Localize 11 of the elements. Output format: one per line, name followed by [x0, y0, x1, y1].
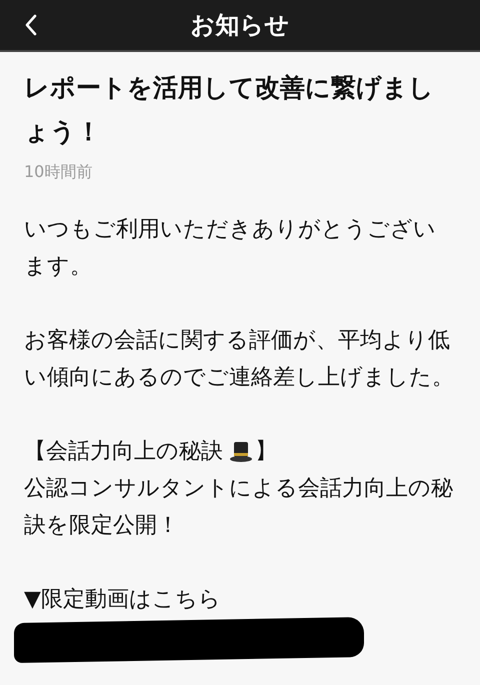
- section-heading-bracket: 】: [255, 438, 277, 466]
- section-heading: 【会話力向上の秘訣: [24, 438, 223, 466]
- screen-title: お知らせ: [190, 10, 290, 41]
- body-text: いつもご利用いただきありがとうございます。: [24, 216, 437, 281]
- timestamp: 10時間前: [24, 162, 92, 183]
- body-text: 公認コンサルタントによる会話力向上の秘訣を限定公開！: [24, 475, 454, 540]
- body-text: ▼限定動画はこちら: [24, 586, 222, 614]
- article-title: レポートを活用して改善に繋げましょう！: [24, 72, 435, 148]
- body-text: お客様の会話に関する評価が、平均より低い傾向にあるのでご連絡差し上げました。: [24, 327, 455, 392]
- back-icon[interactable]: [24, 14, 38, 36]
- top-hat-icon: [229, 440, 253, 462]
